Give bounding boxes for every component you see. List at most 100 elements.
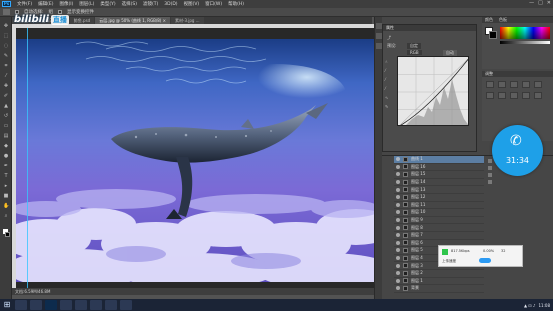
layer-row[interactable]: 图层 13 — [394, 186, 484, 194]
menu-file[interactable]: 文件(F) — [17, 1, 32, 7]
color-balance-icon[interactable] — [498, 92, 506, 99]
menu-image[interactable]: 图像(I) — [59, 1, 73, 7]
taskbar-app-explorer[interactable] — [15, 300, 27, 310]
lasso-tool-icon[interactable]: ◌ — [3, 43, 9, 49]
curves-graph[interactable] — [397, 56, 469, 126]
layer-row[interactable]: 图层 7 — [394, 232, 484, 240]
visibility-eye-icon[interactable] — [396, 240, 400, 245]
visibility-eye-icon[interactable] — [396, 210, 400, 215]
photo-filter-icon[interactable] — [522, 92, 530, 99]
visibility-eye-icon[interactable] — [396, 263, 400, 268]
tab-document-active[interactable]: 云层.jpg @ 50% (曲线 1, RGB/8) × — [95, 17, 170, 24]
minimize-button[interactable]: — — [529, 0, 534, 6]
layer-fx-icon[interactable] — [488, 166, 492, 170]
marquee-tool-icon[interactable]: ⬚ — [3, 33, 9, 39]
menu-window[interactable]: 窗口(W) — [205, 1, 222, 7]
white-point-eyedropper-icon[interactable]: ⁄ — [385, 86, 390, 91]
black-point-eyedropper-icon[interactable]: ⁄ — [385, 68, 390, 73]
close-button[interactable]: ✕ — [547, 0, 551, 6]
layer-row[interactable]: 图层 8 — [394, 224, 484, 232]
curve-point-icon[interactable]: ∿ — [385, 95, 390, 100]
history-brush-tool-icon[interactable]: ↺ — [3, 113, 9, 119]
vibrance-icon[interactable] — [534, 81, 542, 88]
stream-toggle[interactable] — [479, 258, 491, 263]
layer-row[interactable]: 图层 16 — [394, 164, 484, 172]
call-timer-bubble[interactable]: ✆ 31:34 — [492, 125, 543, 176]
layer-row[interactable]: 图层 15 — [394, 171, 484, 179]
layer-row[interactable]: 图层 14 — [394, 179, 484, 187]
stamp-tool-icon[interactable]: ▲ — [3, 103, 9, 109]
visibility-eye-icon[interactable] — [396, 202, 400, 207]
greyscale-ramp[interactable] — [500, 41, 550, 44]
healing-brush-tool-icon[interactable]: ✚ — [3, 83, 9, 89]
background-swatch[interactable] — [489, 31, 497, 39]
path-select-tool-icon[interactable]: ▸ — [3, 183, 9, 189]
visibility-eye-icon[interactable] — [396, 172, 400, 177]
layer-row[interactable]: 图层 2 — [394, 270, 484, 278]
channel-mixer-icon[interactable] — [534, 92, 542, 99]
layer-row[interactable]: 图层 11 — [394, 202, 484, 210]
brightness-icon[interactable] — [486, 81, 494, 88]
taskbar-clock[interactable]: 11:08 — [538, 303, 550, 308]
menu-layer[interactable]: 图层(L) — [79, 1, 94, 7]
visibility-eye-icon[interactable] — [396, 218, 400, 223]
layer-fx-icon[interactable] — [488, 173, 492, 177]
type-tool-icon[interactable]: T — [3, 173, 9, 179]
hand-tool-icon[interactable]: ✋ — [3, 203, 9, 209]
target-adjust-icon[interactable]: ☝ — [385, 59, 390, 64]
tab-document-2[interactable]: 鲸鱼.psd — [69, 17, 95, 24]
background-color-swatch[interactable] — [5, 232, 10, 237]
visibility-eye-icon[interactable] — [396, 195, 400, 200]
tray-icons[interactable]: ▲ ⊡ ♪ — [524, 303, 536, 308]
quick-select-tool-icon[interactable]: ✎ — [3, 53, 9, 59]
curves-adjust-icon[interactable] — [510, 81, 518, 88]
taskbar-app-chat[interactable] — [90, 300, 102, 310]
taskbar-app-browser[interactable] — [30, 300, 42, 310]
visibility-eye-icon[interactable] — [396, 180, 400, 185]
menu-3d[interactable]: 3D(D) — [164, 2, 177, 7]
menu-type[interactable]: 类型(Y) — [100, 1, 115, 7]
gradient-tool-icon[interactable]: ▤ — [3, 133, 9, 139]
visibility-eye-icon[interactable] — [396, 233, 400, 238]
layer-row[interactable]: 曲线 1 — [394, 156, 484, 164]
levels-icon[interactable] — [498, 81, 506, 88]
move-tool-icon[interactable]: ✥ — [3, 23, 9, 29]
layer-row[interactable]: 背景 — [394, 285, 484, 293]
tab-color[interactable]: 颜色 — [485, 17, 493, 23]
maximize-button[interactable]: □ — [538, 0, 543, 6]
dodge-tool-icon[interactable]: ● — [3, 153, 9, 159]
visibility-eye-icon[interactable] — [396, 286, 400, 291]
menu-select[interactable]: 选择(S) — [122, 1, 137, 7]
layer-row[interactable]: 图层 10 — [394, 209, 484, 217]
tab-swatches[interactable]: 色板 — [499, 17, 507, 23]
menu-view[interactable]: 视图(V) — [184, 1, 200, 7]
taskbar-app-ie[interactable] — [60, 300, 72, 310]
taskbar-app-photoshop[interactable] — [45, 300, 57, 310]
eyedropper-tool-icon[interactable]: ⁄ — [3, 73, 9, 79]
visibility-eye-icon[interactable] — [396, 271, 400, 276]
visibility-eye-icon[interactable] — [396, 157, 400, 162]
eraser-tool-icon[interactable]: ▭ — [3, 123, 9, 129]
crop-tool-icon[interactable]: ⌗ — [3, 63, 9, 69]
start-button-icon[interactable]: ⊞ — [2, 300, 12, 310]
pencil-curve-icon[interactable]: ✎ — [385, 104, 390, 109]
color-spectrum[interactable] — [500, 27, 550, 39]
tab-document-4[interactable]: 素材-3.jpg ... — [171, 17, 204, 24]
menu-help[interactable]: 帮助(H) — [228, 1, 244, 7]
visibility-eye-icon[interactable] — [396, 164, 400, 169]
visibility-eye-icon[interactable] — [396, 248, 400, 253]
layer-row[interactable]: 图层 9 — [394, 217, 484, 225]
visibility-eye-icon[interactable] — [396, 278, 400, 283]
taskbar-app-live[interactable] — [120, 300, 132, 310]
layer-row[interactable]: 图层 1 — [394, 278, 484, 286]
menu-filter[interactable]: 滤镜(T) — [143, 1, 158, 7]
taskbar-app-folder[interactable] — [105, 300, 117, 310]
brush-tool-icon[interactable]: ✐ — [3, 93, 9, 99]
visibility-eye-icon[interactable] — [396, 187, 400, 192]
channel-dropdown[interactable]: RGB — [407, 50, 422, 55]
exposure-icon[interactable] — [522, 81, 530, 88]
guide-line[interactable] — [27, 28, 28, 288]
move-tool-icon[interactable] — [3, 9, 10, 15]
menu-edit[interactable]: 编辑(E) — [38, 1, 53, 7]
pen-tool-icon[interactable]: ✒ — [3, 163, 9, 169]
